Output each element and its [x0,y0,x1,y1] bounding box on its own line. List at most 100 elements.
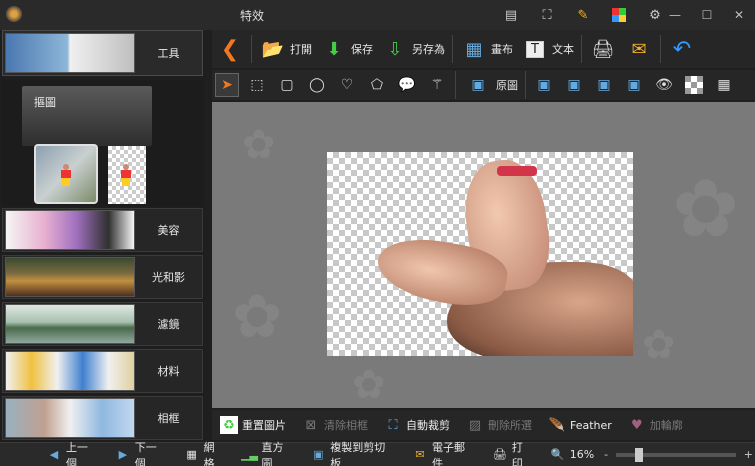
print-button[interactable]: 🖨 [585,32,621,66]
recycle-icon: ♻ [220,416,238,434]
fullscreen-icon[interactable]: ⛶ [536,5,558,25]
delete-selected-button[interactable]: ▨ 刪除所選 [458,416,540,434]
crop-section: 摳圖 [2,80,203,206]
save-icon: ⬇ [326,38,342,60]
reset-image-button[interactable]: ♻ 重置圖片 [212,416,294,434]
clipboard-icon: ▣ [313,448,324,461]
checkerboard-icon[interactable] [682,73,706,97]
text-button[interactable]: T 文本 [517,32,578,66]
save-button[interactable]: ⬇ 保存 [316,32,377,66]
minimize-button[interactable]: — [659,0,691,30]
canvas-label: 畫布 [491,43,513,56]
zoom-in-button[interactable]: + [742,448,755,461]
feather-icon: 🪶 [548,417,566,433]
printer-icon: 🖨 [591,38,615,60]
selection-toolbar: ➤ ⬚ ▢ ◯ ♡ ⬠ 💬 ⚚ ▣ 原圖 ▣ ▣ ▣ ▣ 👁 ▦ [212,70,755,100]
magic-wand-icon[interactable]: ⚚ [425,73,449,97]
email-status-button[interactable]: ✉ 電子郵件 [404,439,484,466]
next-arrow-icon: ▶ [118,448,128,461]
previous-label: 上一個 [65,440,88,466]
pointer-tool-icon[interactable]: ➤ [215,73,239,97]
text-label: 文本 [552,43,574,56]
eye-dropper-icon[interactable]: 👁 [652,73,676,97]
open-button[interactable]: 📂 打開 [255,32,316,66]
category-light-shadow[interactable]: 光和影 [2,255,203,299]
filters-thumbnail [5,304,135,344]
envelope-icon: ✉ [631,38,647,60]
crop-tab[interactable]: 摳圖 [22,86,152,146]
category-label: 工具 [157,47,180,60]
zoom-slider[interactable] [616,447,736,462]
pencil-icon[interactable]: ✎ [572,5,594,25]
beauty-thumbnail [5,210,135,250]
image-tool-3-icon[interactable]: ▣ [592,73,616,97]
zoom-slider-thumb[interactable] [635,447,644,462]
back-arrow-icon: ❮ [220,36,240,62]
heart-select-icon[interactable]: ♡ [335,73,359,97]
lasso-select-icon[interactable]: 💬 [395,73,419,97]
canvas-button[interactable]: ▦ 畫布 [456,32,517,66]
document-icon[interactable]: ▤ [500,5,522,25]
save-as-icon: ⇩ [387,38,403,60]
edited-image[interactable] [327,152,633,356]
print-status-button[interactable]: 🖨 打印 [484,439,542,466]
window-title: 特效 [240,9,265,23]
clear-frame-button[interactable]: ⊠ 清除相框 [294,416,376,434]
grid-icon[interactable]: ▦ [712,73,736,97]
category-label: 美容 [157,224,180,237]
copy-clipboard-button[interactable]: ▣ 複製到剪切板 [302,439,404,466]
undo-button[interactable]: ↶ [664,32,700,66]
flower-decoration-icon: ✿ [672,162,740,255]
undo-icon: ↶ [672,36,692,62]
crop-thumbnail-cutout[interactable] [108,146,146,204]
crop-tab-label: 摳圖 [34,96,56,109]
grid-button[interactable]: ▦ 網格 [176,439,234,466]
zoom-out-button[interactable]: - [602,448,610,461]
rect-select-icon[interactable]: ⬚ [245,73,269,97]
tools-thumbnail [5,33,135,73]
category-label: 光和影 [152,271,185,284]
original-button[interactable]: ▣ 原圖 [459,68,522,102]
ellipse-select-icon[interactable]: ◯ [305,73,329,97]
auto-crop-button[interactable]: ⛶ 自動裁剪 [376,416,458,434]
previous-button[interactable]: ◀ 上一個 [38,439,107,466]
flower-decoration-icon: ✿ [242,122,276,168]
crop-thumbnail-original[interactable] [34,144,98,204]
save-as-button[interactable]: ⇩ 另存為 [377,32,449,66]
crop-icon: ⛶ [388,417,398,433]
histogram-icon: ▁▃ [241,448,258,461]
flower-decoration-icon: ✿ [232,282,283,352]
app-logo-icon [6,6,22,22]
email-label: 電子郵件 [432,440,466,466]
polygon-select-icon[interactable]: ⬠ [365,73,389,97]
original-image-icon: ▣ [471,77,485,93]
close-button[interactable]: ✕ [723,0,755,30]
folder-icon: 📂 [261,38,285,60]
grid-label: 網格 [203,440,215,466]
image-tool-2-icon[interactable]: ▣ [562,73,586,97]
envelope-icon: ✉ [415,448,425,461]
image-tool-1-icon[interactable]: ▣ [532,73,556,97]
action-bar: ♻ 重置圖片 ⊠ 清除相框 ⛶ 自動裁剪 ▨ 刪除所選 🪶 Feather ♥ 加輪廓 [212,410,755,440]
maximize-button[interactable]: ☐ [691,0,723,30]
image-tool-4-icon[interactable]: ▣ [622,73,646,97]
original-label: 原圖 [496,79,518,92]
grid-icon: ▦ [186,448,197,461]
category-filters[interactable]: 濾鏡 [2,302,203,346]
palette-icon[interactable] [608,5,630,25]
image-canvas[interactable]: ✿ ✿ ✿ ✿ ✿ [212,102,755,408]
back-button[interactable]: ❮ [212,32,248,66]
reset-label: 重置圖片 [242,419,286,432]
histogram-button[interactable]: ▁▃ 直方圖 [234,439,303,466]
category-tools[interactable]: 工具 [2,30,203,76]
category-frames[interactable]: 相框 [2,396,203,440]
rounded-rect-select-icon[interactable]: ▢ [275,73,299,97]
feather-button[interactable]: 🪶 Feather [540,416,620,434]
next-button[interactable]: ▶ 下一個 [107,439,176,466]
category-beauty[interactable]: 美容 [2,208,203,252]
email-button[interactable]: ✉ [621,32,657,66]
materials-thumbnail [5,351,135,391]
category-materials[interactable]: 材料 [2,349,203,393]
histogram-label: 直方圖 [261,440,284,466]
add-outline-button[interactable]: ♥ 加輪廓 [620,416,691,434]
